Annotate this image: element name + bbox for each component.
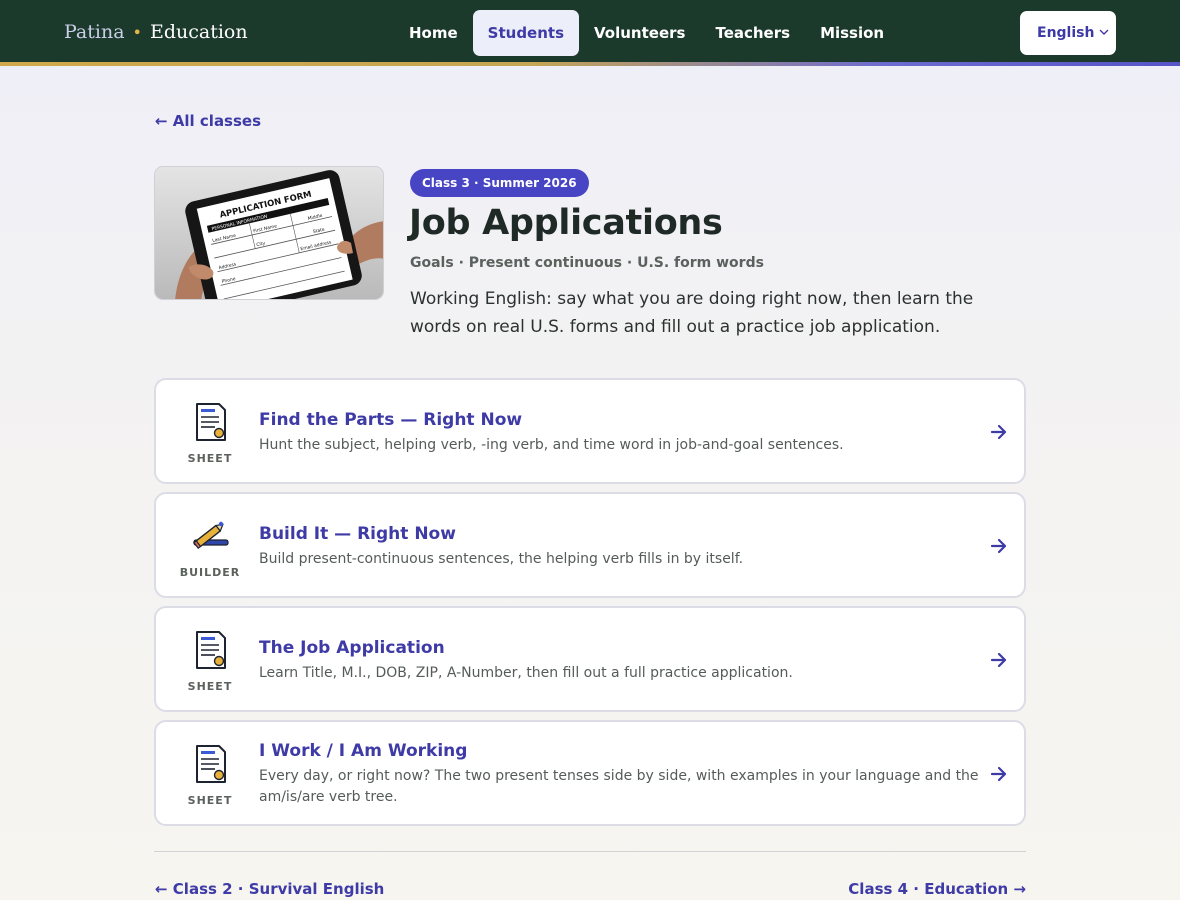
nav-item-teachers[interactable]: Teachers (700, 10, 805, 56)
activity-kind-label: SHEET (187, 794, 233, 807)
activity-title: I Work / I Am Working (259, 741, 468, 761)
activity-description: Hunt the subject, helping verb, -ing ver… (259, 437, 844, 453)
activity-title: The Job Application (259, 638, 445, 658)
nav-item-home[interactable]: Home (394, 10, 473, 56)
activity-description: Every day, or right now? The two present… (259, 768, 979, 805)
main-nav: Home Students Volunteers Teachers Missio… (394, 10, 899, 56)
activity-title: Build It — Right Now (259, 524, 456, 544)
language-selected-value: English (1037, 25, 1095, 41)
brand-separator-dot: • (132, 22, 142, 42)
arrow-right-icon (990, 652, 1007, 668)
worksheet-icon (196, 403, 226, 441)
builder-icon (193, 521, 229, 550)
top-navigation-bar: Patina • Education Home Students Volunte… (0, 0, 1180, 62)
arrow-right-icon (990, 424, 1007, 440)
class-badge: Class 3 · Summer 2026 (410, 169, 589, 197)
activity-description: Learn Title, M.I., DOB, ZIP, A-Number, t… (259, 665, 793, 681)
brand-logo[interactable]: Patina • Education (64, 18, 248, 46)
page-title: Job Applications (409, 203, 723, 243)
activity-kind-label: BUILDER (179, 566, 241, 579)
arrow-right-icon (990, 766, 1007, 782)
nav-item-students[interactable]: Students (472, 10, 580, 56)
activity-kind-label: SHEET (187, 680, 233, 693)
header-accent-stripe (0, 62, 1180, 66)
all-classes-link[interactable]: ← All classes (155, 112, 261, 130)
activity-card[interactable]: SHEET Find the Parts — Right Now Hunt th… (154, 378, 1026, 484)
brand-name-first: Patina (64, 21, 125, 43)
previous-class-link[interactable]: ← Class 2 · Survival English (155, 880, 384, 898)
activity-kind-label: SHEET (187, 452, 233, 465)
activity-card[interactable]: SHEET I Work / I Am Working Every day, o… (154, 720, 1026, 826)
class-hero-image: APPLICATION FORM PERSONAL INFORMATION La… (154, 166, 384, 300)
chevron-down-icon (1099, 29, 1109, 35)
section-divider (154, 851, 1026, 852)
language-select[interactable]: English (1020, 11, 1116, 55)
activity-card[interactable]: BUILDER Build It — Right Now Build prese… (154, 492, 1026, 598)
nav-item-mission[interactable]: Mission (805, 10, 899, 56)
brand-name-second: Education (149, 21, 248, 43)
arrow-right-icon (990, 538, 1007, 554)
class-topics: Goals · Present continuous · U.S. form w… (410, 255, 764, 271)
next-class-link[interactable]: Class 4 · Education → (848, 880, 1026, 898)
worksheet-icon (196, 631, 226, 669)
class-intro: Working English: say what you are doing … (410, 289, 974, 337)
activity-title: Find the Parts — Right Now (259, 410, 523, 430)
nav-item-volunteers[interactable]: Volunteers (579, 10, 700, 56)
activity-description: Build present-continuous sentences, the … (259, 551, 744, 567)
activity-card[interactable]: SHEET The Job Application Learn Title, M… (154, 606, 1026, 712)
worksheet-icon (196, 745, 226, 783)
